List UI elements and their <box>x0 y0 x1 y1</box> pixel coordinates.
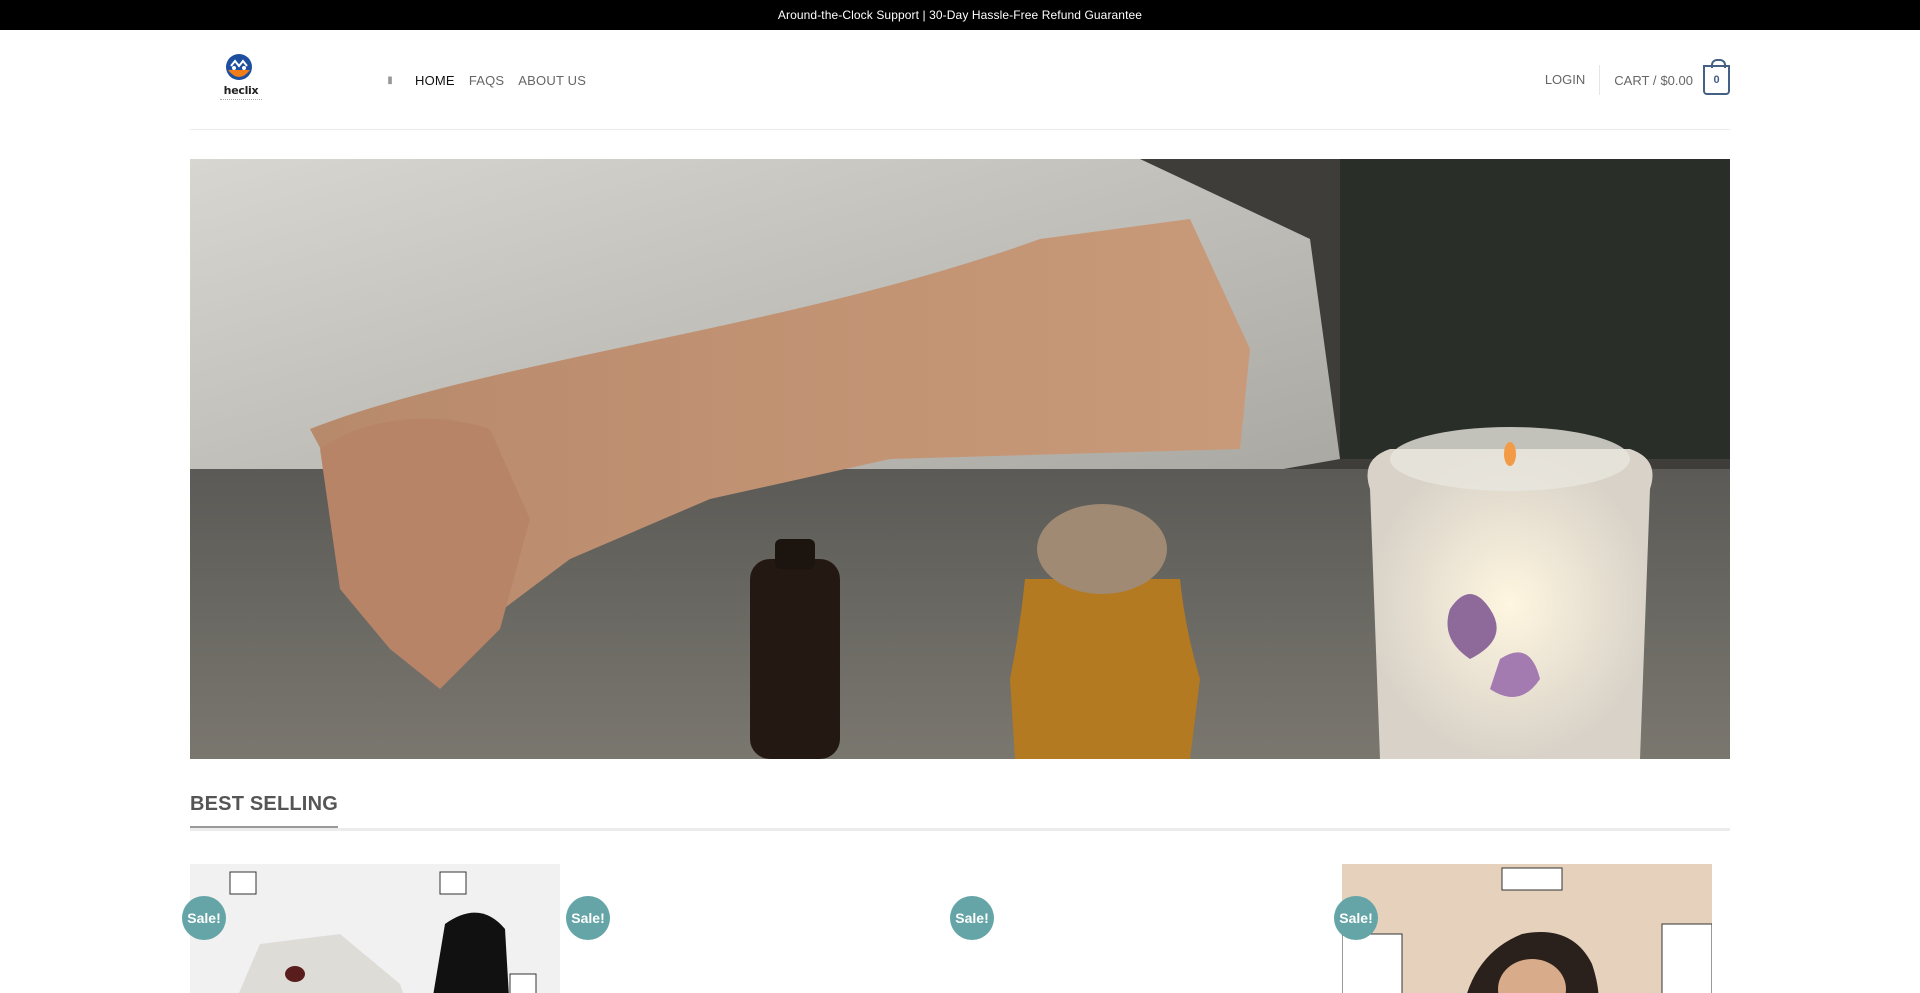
announcement-text: Around-the-Clock Support | 30-Day Hassle… <box>777 8 1143 22</box>
product-image[interactable] <box>190 864 560 993</box>
main-nav: ▮ HOME FAQS ABOUT US <box>384 30 600 130</box>
login-link[interactable]: LOGIN <box>1545 65 1601 95</box>
product-card[interactable]: Sale! <box>566 864 944 993</box>
product-card[interactable]: Sale! <box>1334 864 1712 993</box>
section-header: BEST SELLING <box>190 793 1730 831</box>
product-photo <box>1342 864 1712 993</box>
menu-icon[interactable]: ▮ <box>384 74 396 86</box>
product-card[interactable]: Sale! <box>950 864 1328 993</box>
product-grid: Sale! Sale! Sale! Sale! <box>182 864 1730 993</box>
cart-link[interactable]: CART / $0.00 0 <box>1614 59 1730 95</box>
best-selling-section: BEST SELLING Sale! Sale! Sale! Sale! <box>182 793 1730 993</box>
nav-item-about-us[interactable]: ABOUT US <box>518 73 586 88</box>
section-title: BEST SELLING <box>190 793 338 828</box>
account-nav: LOGIN CART / $0.00 0 <box>1545 30 1730 130</box>
product-photo <box>190 864 560 993</box>
sale-badge: Sale! <box>950 896 994 940</box>
hero-image <box>190 159 1730 759</box>
logo-tagline-line <box>220 99 262 102</box>
product-image[interactable] <box>1342 864 1712 993</box>
hero-banner <box>190 159 1730 759</box>
sale-badge: Sale! <box>1334 896 1378 940</box>
cart-count-badge: 0 <box>1703 59 1730 95</box>
product-image[interactable] <box>958 864 1328 993</box>
sale-badge: Sale! <box>182 896 226 940</box>
sale-badge: Sale! <box>566 896 610 940</box>
announcement-bar: Around-the-Clock Support | 30-Day Hassle… <box>0 0 1920 30</box>
site-header: heclix ▮ HOME FAQS ABOUT US LOGIN CART /… <box>190 30 1730 130</box>
product-image[interactable] <box>574 864 944 993</box>
cart-amount: $0.00 <box>1660 72 1693 88</box>
logo-text: heclix <box>223 84 259 97</box>
product-card[interactable]: Sale! <box>182 864 560 993</box>
nav-item-faqs[interactable]: FAQS <box>469 73 504 88</box>
cart-label: CART / <box>1614 72 1657 88</box>
nav-item-home[interactable]: HOME <box>415 73 455 88</box>
logo-badge-icon <box>226 54 252 80</box>
site-logo[interactable]: heclix <box>218 54 264 106</box>
